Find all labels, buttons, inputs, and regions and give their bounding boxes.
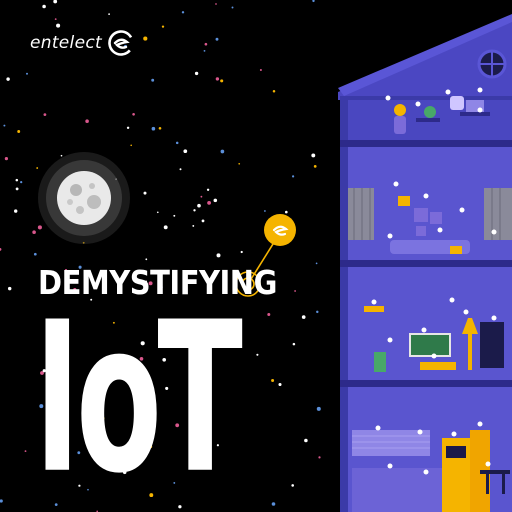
star [213, 198, 218, 203]
star [204, 42, 208, 46]
star [192, 224, 195, 227]
star [313, 165, 317, 168]
star [24, 450, 27, 453]
star [85, 119, 89, 123]
smart-home-building-icon [338, 14, 512, 512]
star [203, 49, 206, 52]
star [143, 36, 148, 41]
star [3, 124, 6, 127]
star [163, 225, 168, 230]
star [316, 310, 319, 314]
star [143, 191, 147, 195]
star [151, 78, 155, 82]
star [201, 219, 205, 223]
star [215, 77, 220, 81]
star [173, 214, 176, 217]
star [181, 11, 185, 14]
star [33, 252, 37, 256]
star [15, 178, 19, 182]
entelect-e-logo-icon [108, 30, 134, 56]
star [145, 258, 148, 261]
star [17, 130, 21, 133]
star [179, 168, 182, 171]
star [216, 253, 221, 258]
star [220, 149, 225, 154]
hero-headline: IoT [34, 277, 243, 512]
star [272, 90, 276, 93]
star [291, 484, 295, 487]
star [207, 201, 211, 205]
star [156, 211, 159, 214]
star [292, 342, 296, 346]
star [220, 79, 224, 83]
star [291, 175, 295, 178]
star [215, 3, 217, 5]
moon-icon [38, 152, 130, 244]
star [312, 0, 315, 3]
star [271, 379, 275, 382]
star [7, 286, 12, 291]
star [42, 4, 46, 9]
star [132, 112, 135, 116]
poster-canvas: entelect DEMYSTIFYING IoT [0, 0, 512, 512]
star [267, 313, 271, 316]
star [259, 68, 262, 72]
star [304, 438, 308, 443]
star [256, 353, 259, 356]
star [161, 25, 165, 28]
star [238, 162, 241, 165]
star [311, 153, 316, 158]
star [130, 144, 132, 147]
star [271, 502, 276, 506]
star [278, 382, 282, 387]
star [200, 195, 203, 198]
star [4, 157, 8, 161]
star [151, 126, 156, 131]
star [301, 315, 306, 319]
star [194, 71, 199, 76]
brand-name: entelect [30, 33, 102, 53]
star [108, 13, 110, 15]
star [318, 456, 321, 459]
star [26, 72, 28, 75]
star [126, 126, 130, 130]
star [14, 209, 18, 213]
star [54, 18, 57, 21]
star [193, 209, 196, 212]
star [315, 262, 318, 265]
star [20, 181, 23, 184]
star [6, 77, 10, 81]
star [175, 141, 179, 145]
star [215, 37, 219, 41]
star [158, 126, 162, 130]
brand-lockup: entelect [30, 30, 134, 56]
star [206, 188, 210, 191]
star [0, 248, 2, 251]
star [43, 113, 47, 116]
star [0, 499, 3, 503]
star [56, 23, 61, 28]
star [15, 187, 19, 191]
star [53, 0, 58, 4]
star [183, 149, 188, 154]
star [197, 203, 201, 208]
star [316, 406, 321, 411]
star [231, 6, 234, 9]
